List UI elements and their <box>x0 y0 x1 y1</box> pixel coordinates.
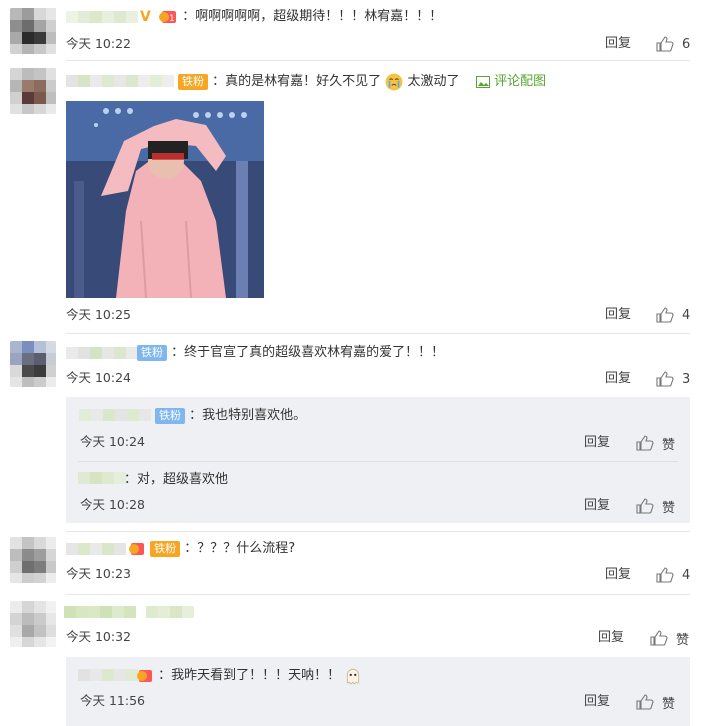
username-blurred[interactable] <box>78 669 138 681</box>
comment-body: ：终于官宣了真的超级喜欢林宥嘉的爱了！！！ <box>171 345 445 360</box>
username-blurred[interactable] <box>66 543 126 555</box>
comment-text: 铁粉 ：终于官宣了真的超级喜欢林宥嘉的爱了！！！ <box>137 343 444 363</box>
divider <box>66 60 690 61</box>
reply-button[interactable]: 回复 <box>584 693 610 711</box>
fan-badge[interactable]: 铁粉 <box>137 344 167 361</box>
timestamp: 今天 10:23 <box>66 566 131 581</box>
username-blurred[interactable] <box>66 11 138 23</box>
reply-button[interactable]: 回复 <box>584 497 610 515</box>
like-button[interactable]: 赞 <box>636 497 676 516</box>
reply-body: ：对，超级喜欢他 <box>124 472 229 487</box>
fan-badge[interactable]: 铁粉 <box>178 73 208 90</box>
ghost-emoji-icon <box>347 668 360 685</box>
timestamp: 今天 10:24 <box>66 370 131 385</box>
like-button[interactable]: 4 <box>656 566 690 584</box>
reply-text: ：对，超级喜欢他 <box>124 470 228 490</box>
reply-button[interactable]: 回复 <box>605 370 631 388</box>
avatar[interactable] <box>10 68 56 114</box>
reply-body: ：我昨天看到了！！！天呐！！ <box>158 668 341 683</box>
thumb-up-icon <box>636 498 654 514</box>
fan-badge[interactable]: 铁粉 <box>155 407 185 424</box>
comment-image[interactable] <box>66 101 264 298</box>
username-blurred[interactable] <box>79 409 151 421</box>
like-button[interactable]: 3 <box>656 370 690 388</box>
timestamp: 今天 10:25 <box>66 307 131 322</box>
reply-button[interactable]: 回复 <box>584 434 610 452</box>
reply-text: 铁粉 ：我也特别喜欢他。 <box>155 406 306 426</box>
timestamp: 今天 10:24 <box>80 434 145 449</box>
comment-text: 铁粉 ：？？？什么流程? <box>128 539 295 559</box>
like-label: 赞 <box>676 632 690 648</box>
fan-heart-icon: 1 <box>159 10 177 24</box>
username-blurred[interactable] <box>64 606 194 618</box>
reply-text: ：我昨天看到了！！！天呐！！ <box>136 666 362 686</box>
divider <box>66 531 690 532</box>
like-label: 赞 <box>662 437 676 453</box>
timestamp: 今天 10:32 <box>66 629 131 644</box>
svg-text:1: 1 <box>169 14 175 24</box>
picture-icon <box>475 75 490 88</box>
like-count: 4 <box>682 307 691 323</box>
divider <box>66 333 690 334</box>
thumb-up-icon <box>656 371 674 387</box>
reply-button[interactable]: 回复 <box>605 566 631 584</box>
username-blurred[interactable] <box>78 472 126 484</box>
like-button[interactable]: 4 <box>656 306 690 324</box>
like-count: 3 <box>682 371 691 387</box>
thumb-up-icon <box>636 694 654 710</box>
fan-heart-icon <box>129 542 144 555</box>
reply-button[interactable]: 回复 <box>605 35 631 53</box>
reply-button[interactable]: 回复 <box>605 306 631 324</box>
thumb-up-icon <box>650 630 668 646</box>
timestamp: 今天 10:28 <box>80 497 145 512</box>
thumb-up-icon <box>636 435 654 451</box>
reply-button[interactable]: 回复 <box>598 629 624 647</box>
crying-emoji-icon <box>385 73 403 90</box>
avatar[interactable] <box>10 341 56 387</box>
verified-v-icon: V <box>140 8 151 25</box>
comment-body: ：啊啊啊啊啊，超级期待！！！林宥嘉！！！ <box>182 9 443 24</box>
comment-image-link[interactable]: 评论配图 <box>494 74 546 89</box>
comment-text: V 1 ：啊啊啊啊啊，超级期待！！！林宥嘉！！！ <box>140 7 442 27</box>
timestamp: 今天 10:22 <box>66 36 131 51</box>
like-button[interactable]: 赞 <box>636 693 676 712</box>
divider <box>78 461 678 462</box>
fan-heart-icon <box>137 669 152 682</box>
avatar[interactable] <box>10 601 56 647</box>
like-label: 赞 <box>662 696 676 712</box>
thumb-up-icon <box>656 567 674 583</box>
avatar[interactable] <box>10 8 56 54</box>
comment-body: ：？？？什么流程? <box>184 541 296 556</box>
thumb-up-icon <box>656 36 674 52</box>
reply-body: ：我也特别喜欢他。 <box>189 408 307 423</box>
username-blurred[interactable] <box>66 75 174 87</box>
comment-text: 铁粉 ：真的是林宥嘉！好久不见了 太激动了 评论配图 <box>178 72 546 92</box>
like-label: 赞 <box>662 500 676 516</box>
comment-body-cont: 太激动了 <box>407 74 460 89</box>
avatar[interactable] <box>10 537 56 583</box>
like-count: 6 <box>682 36 691 52</box>
like-button[interactable]: 6 <box>656 35 690 53</box>
comment-body: ：真的是林宥嘉！好久不见了 <box>212 74 382 89</box>
like-button[interactable]: 赞 <box>650 629 690 648</box>
fan-badge[interactable]: 铁粉 <box>150 540 181 557</box>
divider <box>66 594 690 595</box>
thumb-up-icon <box>656 307 674 323</box>
username-blurred[interactable] <box>66 347 138 359</box>
like-button[interactable]: 赞 <box>636 434 676 453</box>
timestamp: 今天 11:56 <box>80 693 145 708</box>
like-count: 4 <box>682 567 691 583</box>
